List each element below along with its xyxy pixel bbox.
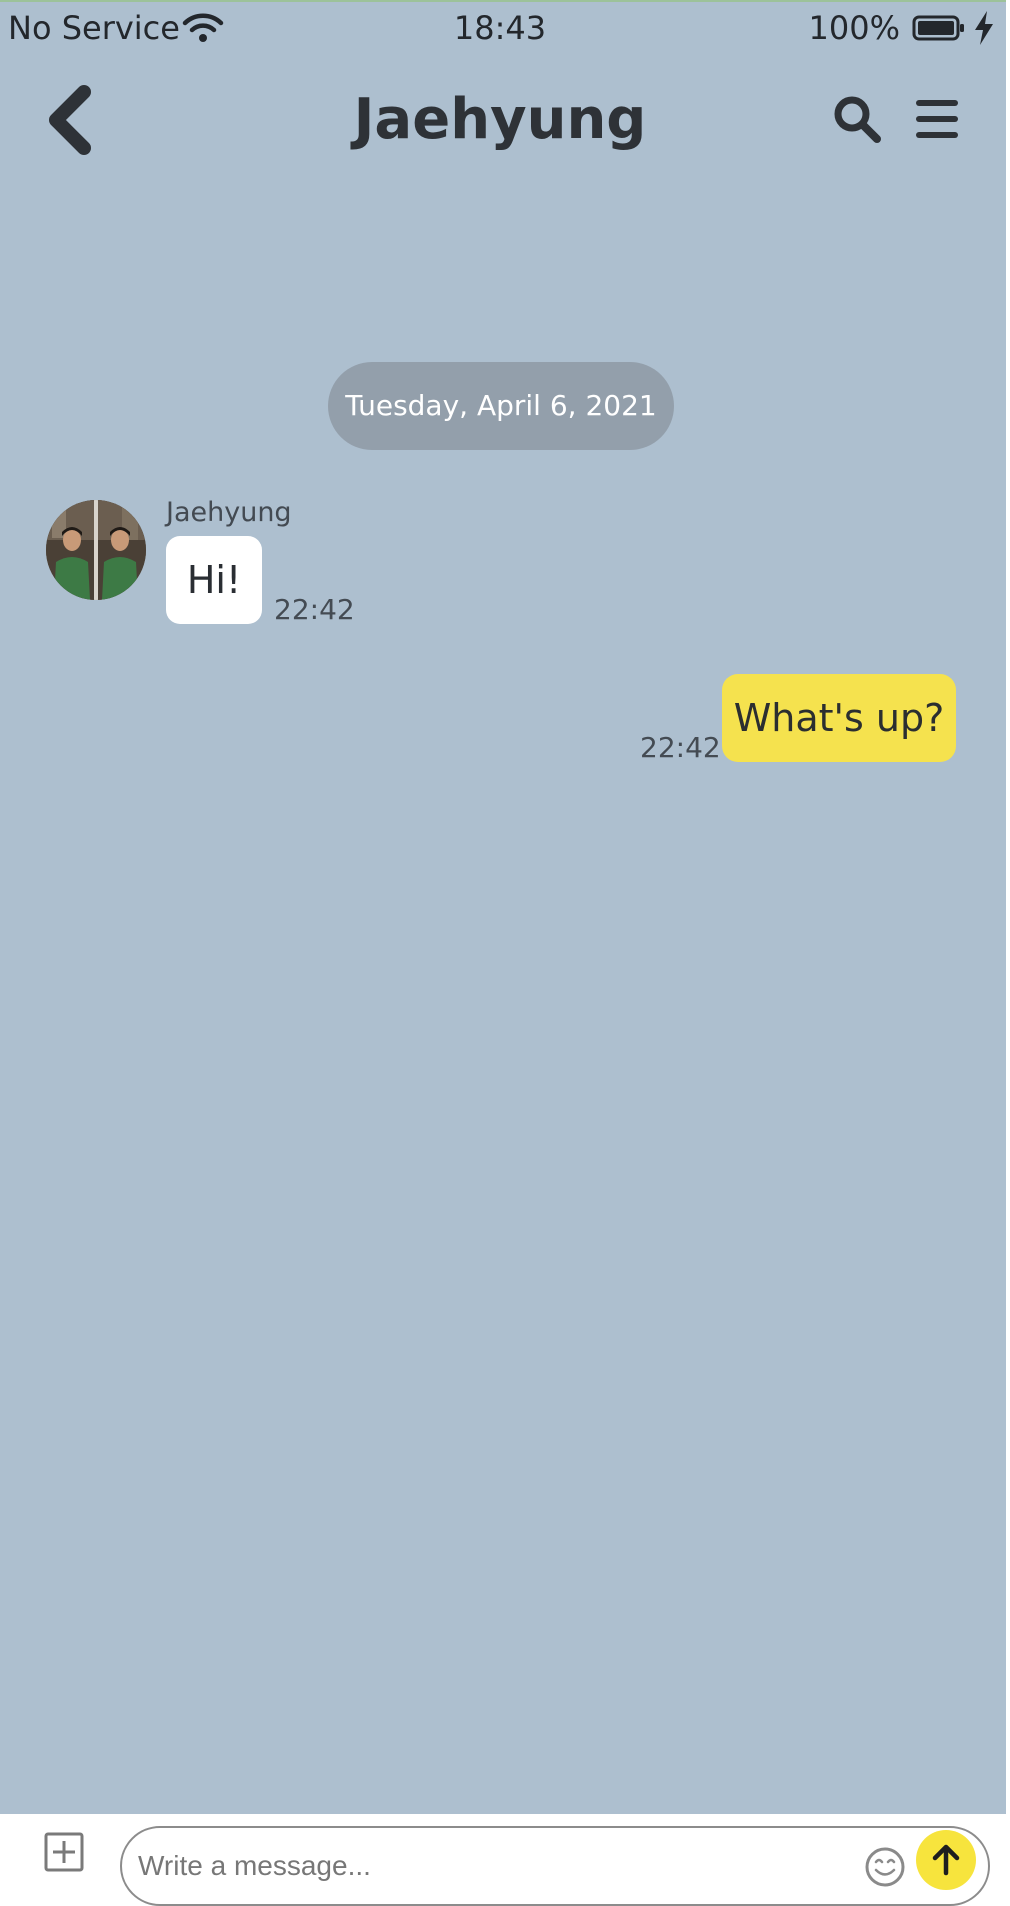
arrow-up-icon [932, 1844, 960, 1876]
incoming-message-time: 22:42 [274, 593, 355, 626]
emoji-icon [865, 1847, 905, 1887]
avatar[interactable] [46, 500, 146, 600]
chat-title: Jaehyung [353, 87, 647, 152]
outgoing-message-time: 22:42 [640, 731, 721, 764]
date-divider: Tuesday, April 6, 2021 [328, 362, 674, 450]
sender-name: Jaehyung [166, 497, 292, 528]
chat-screen: No Service 18:43 100% Jaehyung Tuesday, … [0, 0, 1006, 1906]
clock-label: 18:43 [453, 9, 547, 47]
wifi-icon [182, 13, 224, 42]
message-input[interactable] [120, 1826, 990, 1906]
menu-button[interactable] [914, 96, 960, 142]
search-icon [834, 96, 881, 143]
chevron-left-icon [49, 85, 91, 155]
battery-percent-label: 100% [808, 9, 900, 47]
emoji-button[interactable] [864, 1846, 906, 1888]
incoming-message-bubble[interactable]: Hi! [166, 536, 262, 624]
plus-square-icon [44, 1832, 84, 1872]
carrier-label: No Service [8, 9, 180, 47]
send-button[interactable] [916, 1830, 976, 1890]
search-button[interactable] [832, 94, 882, 144]
attach-button[interactable] [44, 1832, 84, 1872]
back-button[interactable] [40, 82, 100, 158]
charging-bolt-icon [975, 11, 993, 45]
avatar-photo [46, 500, 146, 600]
right-edge [1006, 0, 1010, 1906]
battery-icon [912, 15, 964, 41]
hamburger-menu-icon [916, 100, 958, 138]
status-bar: No Service 18:43 100% [0, 0, 1006, 56]
outgoing-message-bubble[interactable]: What's up? [722, 674, 956, 762]
message-composer [0, 1814, 1006, 1906]
